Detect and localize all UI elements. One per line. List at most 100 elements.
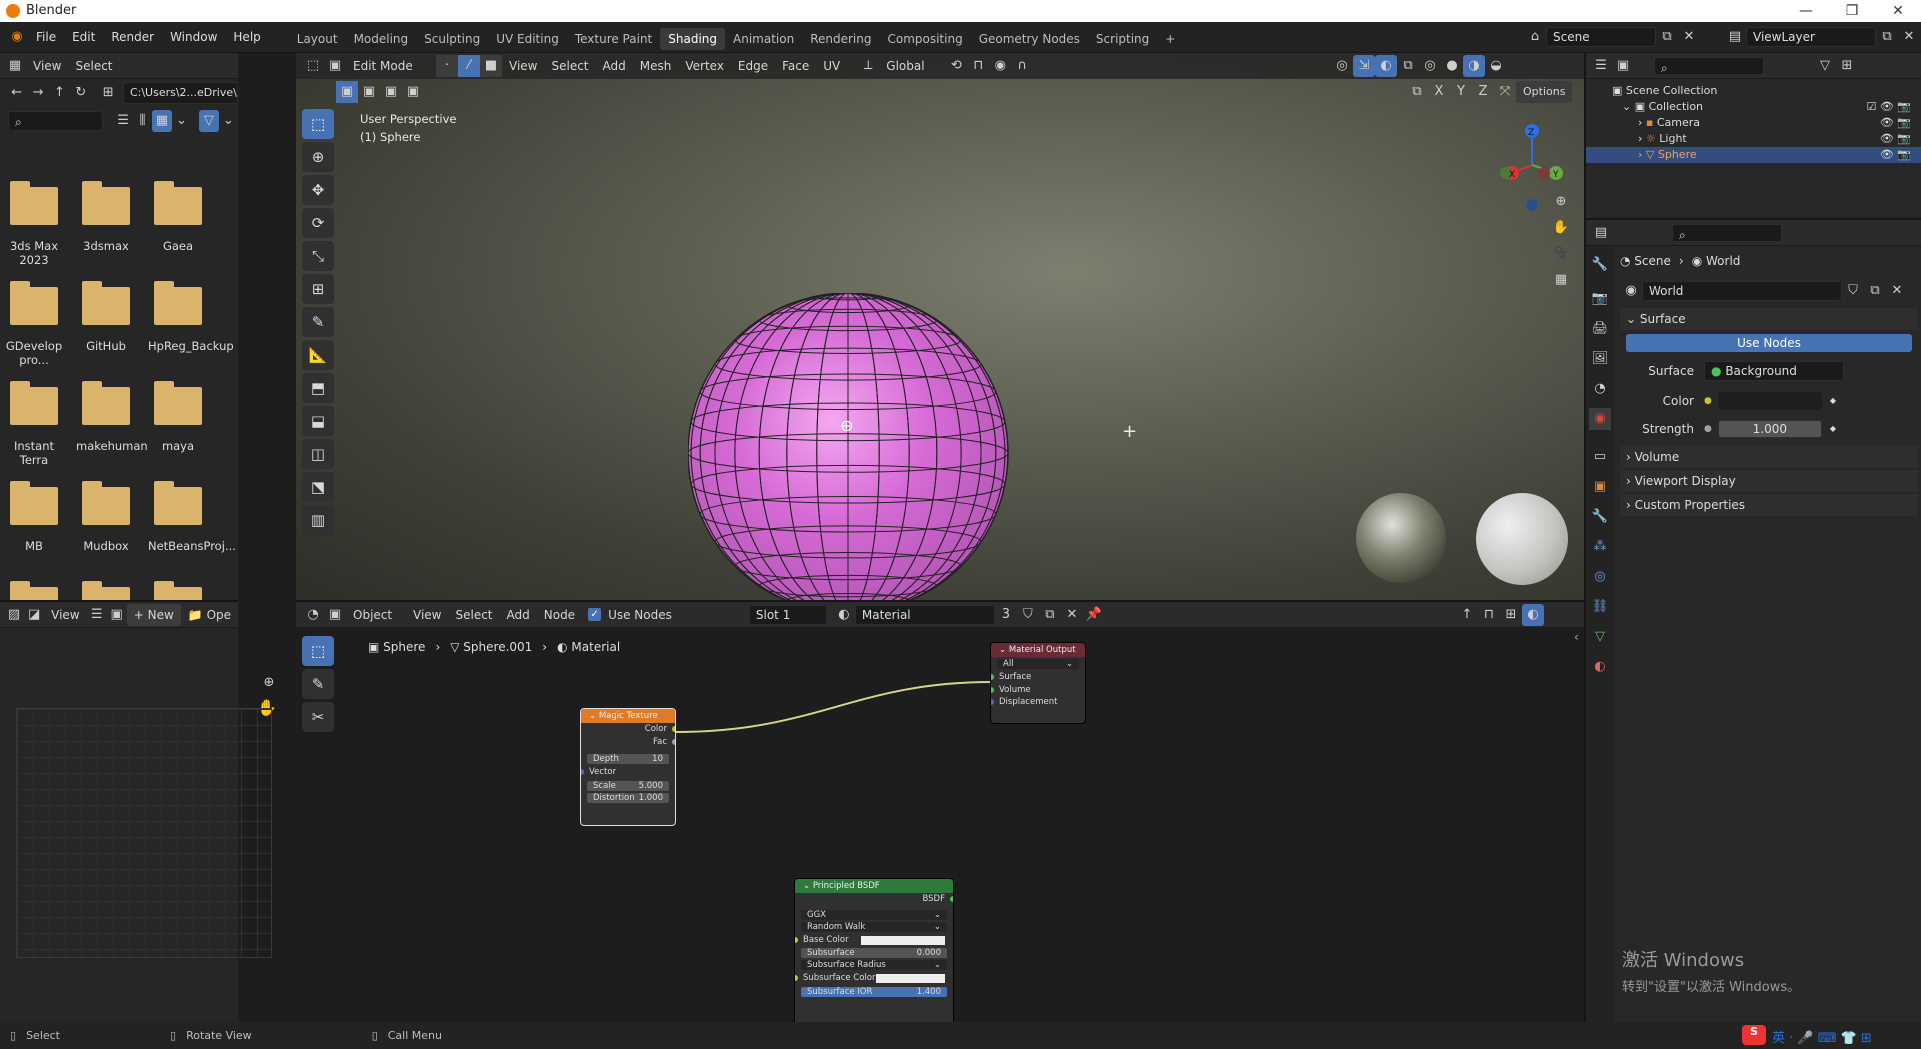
material-preview-icon[interactable]: ◑ <box>1463 55 1485 77</box>
physics-tab-icon[interactable]: ◎ <box>1589 566 1611 588</box>
material-tab-icon[interactable]: ◐ <box>1589 656 1611 678</box>
tab-animation[interactable]: Animation <box>725 28 802 50</box>
image-editor-type-icon[interactable]: ▨ <box>4 604 24 626</box>
vp-menu-vertex[interactable]: Vertex <box>678 55 731 77</box>
proportional-edit-icon[interactable]: ◉ <box>989 55 1011 77</box>
ime-logo-icon[interactable]: S <box>1742 1025 1766 1045</box>
file-path-field[interactable]: C:\Users\2...eDrive\文档\ <box>122 82 239 104</box>
menu-window[interactable]: Window <box>162 22 225 53</box>
back-icon[interactable]: ← <box>6 82 27 104</box>
world-duplicate-icon[interactable]: ⧉ <box>1864 280 1886 302</box>
visibility-icon[interactable]: ◎ <box>1331 55 1353 77</box>
tab-modeling[interactable]: Modeling <box>346 28 417 50</box>
display-mode-icon[interactable]: ▣ <box>1612 55 1634 77</box>
tab-texture-paint[interactable]: Texture Paint <box>567 28 660 50</box>
depth-field[interactable]: Depth 10 <box>587 754 669 764</box>
scale-tool[interactable]: ⤡ <box>302 241 334 271</box>
auto-merge-icon[interactable]: ⤧ <box>1494 81 1516 103</box>
particles-tab-icon[interactable]: ⁂ <box>1589 536 1611 558</box>
new-scene-icon[interactable]: ⧉ <box>1656 26 1678 48</box>
vector-input-socket[interactable] <box>581 769 584 775</box>
filter-icon[interactable]: ▽ <box>199 110 219 132</box>
world-unlink-icon[interactable]: ✕ <box>1886 280 1908 302</box>
delete-view-layer-icon[interactable]: ✕ <box>1898 26 1920 48</box>
collection-tab-icon[interactable]: ▭ <box>1589 446 1611 468</box>
magic-node-header[interactable]: ⌄ Magic Texture <box>581 709 675 723</box>
vp-menu-select[interactable]: Select <box>544 55 595 77</box>
solid-shading-icon[interactable]: ● <box>1441 55 1463 77</box>
outliner-item-light[interactable]: › ☼ Light 👁 📷 <box>1612 131 1921 147</box>
tab-shading[interactable]: Shading <box>660 28 725 50</box>
axis-x[interactable]: X <box>1428 81 1450 103</box>
zoom-icon[interactable]: ⊕ <box>258 672 280 694</box>
measure-tool[interactable]: 📐 <box>302 340 334 370</box>
ie-menu-view[interactable]: View <box>44 604 86 626</box>
use-nodes-button[interactable]: Use Nodes <box>1626 334 1912 352</box>
world-fake-user-icon[interactable]: ⛉ <box>1842 280 1864 302</box>
sphere-toggles[interactable]: 👁 📷 <box>1880 147 1911 163</box>
restore-button[interactable]: ❐ <box>1829 0 1875 22</box>
folder-item[interactable]: Instant Terra <box>4 371 64 471</box>
camera-view-icon[interactable]: 🎥 <box>1550 243 1572 265</box>
sphere-mesh[interactable] <box>688 293 1028 600</box>
zoom-view-icon[interactable]: ⊕ <box>1550 191 1572 213</box>
constraints-tab-icon[interactable]: ⛓ <box>1589 596 1611 618</box>
subsurface-color-socket[interactable] <box>795 975 798 981</box>
select-extend-icon[interactable]: ▣ <box>358 81 380 103</box>
properties-search-field[interactable]: ⌕ <box>1672 223 1782 242</box>
cursor-tool[interactable]: ⊕ <box>302 142 334 172</box>
vertex-select-icon[interactable]: · <box>436 55 458 77</box>
scene-tab-icon[interactable]: ◔ <box>1589 378 1611 400</box>
3d-viewport[interactable]: ⬚ ▣ Edit Mode · ⁄ ■ View Select Add Mesh… <box>296 53 1584 600</box>
modifier-tab-icon[interactable]: 🔧 <box>1589 506 1611 528</box>
folder-item[interactable]: maya <box>148 371 208 471</box>
thumbnail-view-icon[interactable]: ▦ <box>152 110 172 132</box>
vp-menu-face[interactable]: Face <box>775 55 816 77</box>
folder-item[interactable]: HpReg_Backup <box>148 271 234 371</box>
output-node-header[interactable]: ⌄ Material Output <box>991 643 1085 657</box>
folder-item[interactable]: Mudbox <box>76 471 136 571</box>
color-output-socket[interactable] <box>672 726 675 732</box>
folder-item[interactable]: GDevelop pro... <box>4 271 64 371</box>
output-target-selector[interactable]: All ⌄ <box>997 659 1079 669</box>
object-tab-icon[interactable]: ▣ <box>1589 476 1611 498</box>
color-socket-icon[interactable]: ● <box>1704 390 1712 412</box>
tab-geometry-nodes[interactable]: Geometry Nodes <box>971 28 1088 50</box>
folder-item[interactable]: GitHub <box>76 271 136 371</box>
new-folder-icon[interactable]: ⊞ <box>98 82 119 104</box>
perspective-toggle-icon[interactable]: ▦ <box>1550 269 1572 291</box>
xray-icon[interactable]: ⧉ <box>1397 55 1419 77</box>
properties-type-icon[interactable]: ▤ <box>1590 222 1612 244</box>
distortion-field[interactable]: Distortion 1.000 <box>587 792 669 803</box>
volume-panel-header[interactable]: › Volume <box>1620 446 1918 468</box>
view-layer-selector[interactable]: ViewLayer <box>1746 27 1876 47</box>
tab-layout[interactable]: Layout <box>289 28 346 50</box>
world-name-field[interactable]: World <box>1642 281 1842 301</box>
material-output-node[interactable]: ⌄ Material Output All ⌄ Surface Volume Di… <box>990 642 1086 724</box>
bevel-tool[interactable]: ⬔ <box>302 472 334 502</box>
menu-file[interactable]: File <box>28 22 64 53</box>
folder-item[interactable]: makehuman <box>76 371 148 471</box>
magic-texture-node[interactable]: ⌄ Magic Texture Color Fac Depth 10 Vector… <box>580 708 676 826</box>
falloff-icon[interactable]: ∩ <box>1011 55 1033 77</box>
outliner-item-camera[interactable]: › ▪ Camera 👁 📷 <box>1612 115 1921 131</box>
menu-edit[interactable]: Edit <box>64 22 103 53</box>
principled-bsdf-node[interactable]: ⌄ Principled BSDF BSDF GGX ⌄ Random Walk ⌄… <box>794 878 954 1022</box>
keyframe-icon[interactable]: ◆ <box>1830 390 1836 412</box>
outliner-item-sphere[interactable]: › ▽ Sphere 👁 📷 <box>1586 147 1921 163</box>
view-layer-tab-icon[interactable]: 🖼 <box>1589 348 1611 370</box>
keyframe-icon[interactable]: ◆ <box>1830 418 1836 440</box>
outliner-filter-icon[interactable]: ▽ <box>1814 55 1836 77</box>
collection-row[interactable]: ⌄ ▣ Collection ☑ 👁 📷 <box>1612 99 1921 115</box>
add-cube-tool[interactable]: ⬒ <box>302 373 334 403</box>
base-color-socket[interactable] <box>795 936 798 943</box>
folder-item[interactable]: Gaea <box>148 171 208 271</box>
gizmo-toggle-icon[interactable]: ⇲ <box>1353 55 1375 77</box>
surface-panel-header[interactable]: ⌄ Surface <box>1620 308 1918 330</box>
bsdf-node-header[interactable]: ⌄ Principled BSDF <box>795 879 953 893</box>
menu-help[interactable]: Help <box>225 22 268 53</box>
outliner-search-field[interactable]: ⌕ <box>1654 56 1764 75</box>
menu-render[interactable]: Render <box>103 22 162 53</box>
parent-dir-icon[interactable]: ↑ <box>49 82 70 104</box>
close-button[interactable]: ✕ <box>1875 0 1921 22</box>
